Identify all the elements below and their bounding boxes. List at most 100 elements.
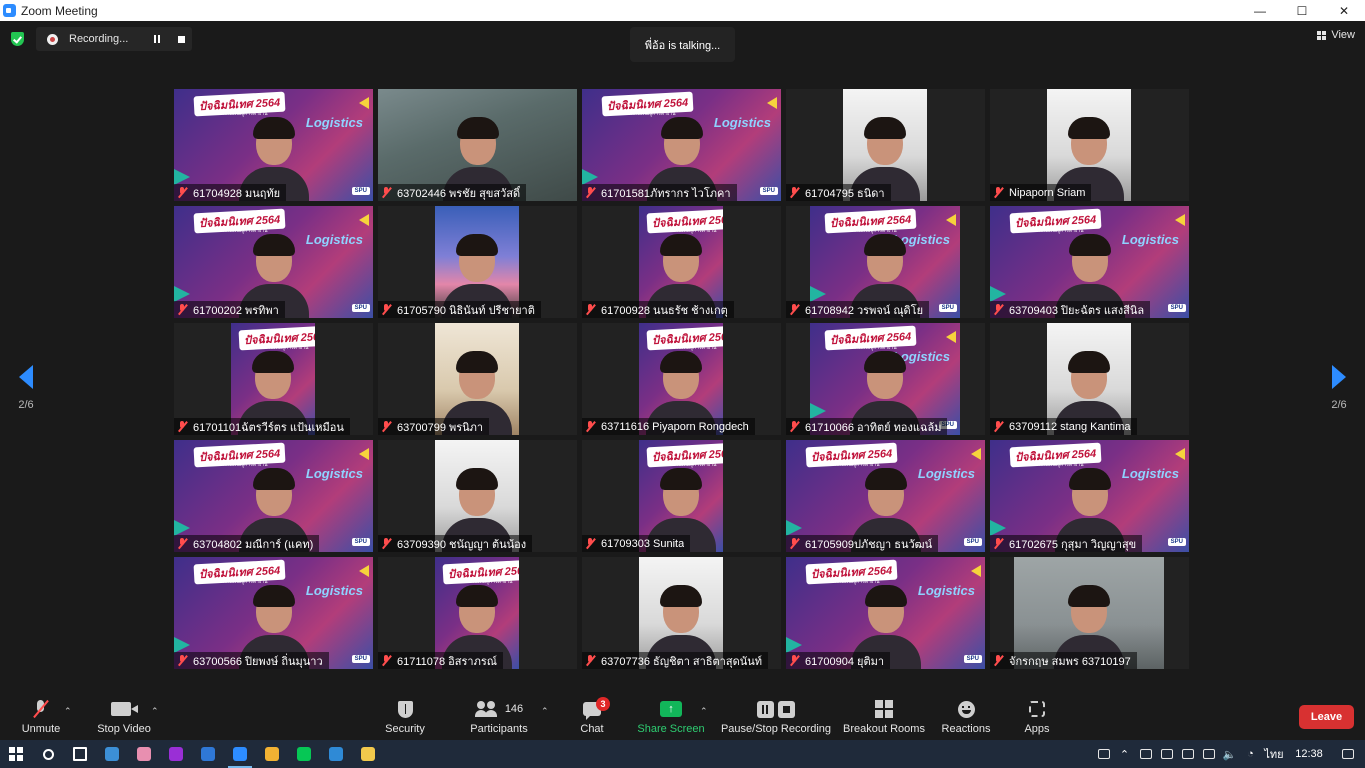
battery-icon[interactable]: [1156, 740, 1177, 768]
participant-name: 63709403 ปิยะฉัตร แสงสีนิล: [1009, 304, 1145, 317]
banner-spu-logo: SPU: [351, 304, 370, 312]
participant-tile[interactable]: ปัจฉิมนิเทศ 2564 แสงเเชิดความเพิ่มสู่การท…: [582, 206, 781, 318]
participant-tile[interactable]: ปัจฉิมนิเทศ 2564 แสงเเชิดความเพิ่มสู่การท…: [582, 323, 781, 435]
banner-decoration: [990, 286, 1006, 302]
participant-tile[interactable]: 63709390 ชนัญญา ต้นน้อง: [378, 440, 577, 552]
arrow-left-icon: [19, 365, 33, 389]
wifi-icon[interactable]: ◔: [1240, 740, 1261, 768]
participant-name-bar: 61711078 อิสราภรณ์: [378, 652, 503, 669]
chat-bubble-icon: 3: [583, 697, 610, 720]
view-label: View: [1331, 29, 1355, 41]
banner-decoration: [946, 214, 956, 226]
start-button[interactable]: [0, 740, 32, 768]
participant-tile[interactable]: ปัจฉิมนิเทศ 2564 แสงเเชิดความเพิ่มสู่การท…: [990, 440, 1189, 552]
cloud-tray-icon[interactable]: [1177, 740, 1198, 768]
reactions-label: Reactions: [941, 723, 991, 735]
action-center-icon[interactable]: [1331, 740, 1365, 768]
pause-stop-recording-button[interactable]: Pause/Stop Recording: [720, 698, 832, 738]
security-tray-icon[interactable]: [1135, 740, 1156, 768]
banner-spu-logo: SPU: [759, 187, 778, 195]
language-indicator[interactable]: ไทย: [1261, 740, 1287, 768]
video-options-caret-icon[interactable]: ⌃: [151, 706, 159, 717]
recording-pause-button[interactable]: [147, 29, 167, 49]
volume-icon[interactable]: 🔈: [1219, 740, 1240, 768]
participant-name: 61710066 อาทิตย์ ทองแฉล้ม: [805, 421, 942, 434]
participant-tile[interactable]: ปัจฉิมนิเทศ 2564 แสงเเชิดความเพิ่มสู่การท…: [582, 89, 781, 201]
apps-button[interactable]: Apps: [1022, 698, 1052, 738]
share-options-caret-icon[interactable]: ⌃: [700, 706, 708, 717]
chevron-up-icon[interactable]: ⌃: [1114, 740, 1135, 768]
security-shield-icon: [397, 700, 413, 718]
file-explorer-icon[interactable]: [96, 740, 128, 768]
participants-options-caret-icon[interactable]: ⌃: [541, 706, 549, 717]
participant-tile[interactable]: ปัจฉิมนิเทศ 2564 แสงเเชิดความเพิ่มสู่การท…: [786, 557, 985, 669]
participant-name-bar: 63709390 ชนัญญา ต้นน้อง: [378, 535, 533, 552]
banner-decoration: [582, 169, 598, 185]
banner-decoration: [174, 169, 190, 185]
participant-tile[interactable]: ปัจฉิมนิเทศ 2564 แสงเเชิดความเพิ่มสู่การท…: [990, 206, 1189, 318]
audio-options-caret-icon[interactable]: ⌃: [64, 706, 72, 717]
leave-button[interactable]: Leave: [1299, 705, 1354, 729]
participant-tile[interactable]: ปัจฉิมนิเทศ 2564 แสงเเชิดความเพิ่มสู่การท…: [174, 440, 373, 552]
task-view-icon[interactable]: [64, 740, 96, 768]
chat-button[interactable]: 3 Chat: [578, 697, 610, 738]
participant-tile[interactable]: ปัจฉิมนิเทศ 2564 แสงเเชิดความเพิ่มสู่การท…: [174, 206, 373, 318]
line-icon[interactable]: [288, 740, 320, 768]
display-tray-icon[interactable]: [1198, 740, 1219, 768]
windows-taskbar: ⌃ 🔈 ◔ ไทย 12:38: [0, 740, 1365, 768]
chrome-icon[interactable]: [256, 740, 288, 768]
clock[interactable]: 12:38: [1287, 740, 1331, 768]
participant-tile[interactable]: ปัจฉิมนิเทศ 2564 แสงเเชิดความเพิ่มสู่การท…: [174, 323, 373, 435]
encryption-shield-icon[interactable]: [11, 32, 24, 46]
search-icon[interactable]: [32, 740, 64, 768]
participant-name-bar: 61700904 ยุติมา: [786, 652, 891, 669]
media-icon[interactable]: [320, 740, 352, 768]
previous-page-button[interactable]: 2/6: [14, 365, 38, 435]
participant-tile[interactable]: ปัจฉิมนิเทศ 2564 แสงเเชิดความเพิ่มสู่การท…: [786, 440, 985, 552]
participant-tile[interactable]: ปัจฉิมนิเทศ 2564 แสงเเชิดความเพิ่มสู่การท…: [786, 323, 985, 435]
banner-logistics-text: Logistics: [305, 583, 363, 598]
close-button[interactable]: ✕: [1323, 0, 1365, 21]
participant-tile[interactable]: ปัจฉิมนิเทศ 2564 แสงเเชิดความเพิ่มสู่การท…: [582, 440, 781, 552]
zoom-icon[interactable]: [224, 740, 256, 768]
minimize-button[interactable]: —: [1239, 0, 1281, 21]
paint-icon[interactable]: [128, 740, 160, 768]
participant-tile[interactable]: 61705790 นิธินันท์ ปรีชายาติ: [378, 206, 577, 318]
banner-subtitle: แสงเเชิดความเพิ่มสู่การทำงาน: [201, 462, 268, 468]
participant-tile[interactable]: ปัจฉิมนิเทศ 2564 แสงเเชิดความเพิ่มสู่การท…: [174, 557, 373, 669]
banner-logistics-text: Logistics: [713, 115, 771, 130]
stop-video-button[interactable]: Stop Video: [96, 698, 152, 738]
next-page-button[interactable]: 2/6: [1327, 365, 1351, 435]
security-button[interactable]: Security: [384, 698, 426, 738]
maximize-button[interactable]: ☐: [1281, 0, 1323, 21]
participant-tile[interactable]: จักรกฤษ สมพร 63710197: [990, 557, 1189, 669]
muted-microphone-icon: [178, 187, 187, 198]
participant-name-bar: 61702675 กุสุมา วิญญาสุข: [990, 535, 1143, 552]
notification-area-icon[interactable]: [1093, 740, 1114, 768]
reactions-button[interactable]: Reactions: [940, 698, 992, 738]
unmute-button[interactable]: Unmute: [21, 698, 61, 738]
participants-button[interactable]: 146 Participants: [468, 698, 530, 738]
banner-decoration: [786, 520, 802, 536]
share-screen-button[interactable]: ↑ Share Screen: [637, 698, 705, 738]
banner-decoration: [1175, 448, 1185, 460]
participant-tile[interactable]: 63702446 พรชัย สุขสวัสดิ์: [378, 89, 577, 201]
participant-tile[interactable]: ปัจฉิมนิเทศ 2564 แสงเเชิดความเพิ่มสู่การท…: [378, 557, 577, 669]
folder-icon[interactable]: [352, 740, 384, 768]
participant-tile[interactable]: 63707736 ธัญชิตา สาธิตาสุดนันท์: [582, 557, 781, 669]
participant-tile[interactable]: 63700799 พรนิภา: [378, 323, 577, 435]
participant-tile[interactable]: ปัจฉิมนิเทศ 2564 แสงเเชิดความเพิ่มสู่การท…: [174, 89, 373, 201]
breakout-rooms-button[interactable]: Breakout Rooms: [842, 698, 926, 738]
participant-tile[interactable]: ปัจฉิมนิเทศ 2564 แสงเเชิดความเพิ่มสู่การท…: [786, 206, 985, 318]
participant-tile[interactable]: 61704795 ธนิดา: [786, 89, 985, 201]
recording-stop-button[interactable]: [171, 29, 191, 49]
view-button[interactable]: View: [1317, 29, 1355, 41]
participant-tile[interactable]: 63709112 stang Kantima: [990, 323, 1189, 435]
photoshop-icon[interactable]: [192, 740, 224, 768]
banner-decoration: [1175, 214, 1185, 226]
participant-name-bar: 61700928 นนธรัช ช้างเกตุ: [582, 301, 734, 318]
premiere-icon[interactable]: [160, 740, 192, 768]
muted-microphone-icon: [586, 304, 595, 315]
participant-tile[interactable]: Nipaporn Sriam: [990, 89, 1189, 201]
participant-name-bar: 63711616 Piyaporn Rongdech: [582, 418, 755, 435]
